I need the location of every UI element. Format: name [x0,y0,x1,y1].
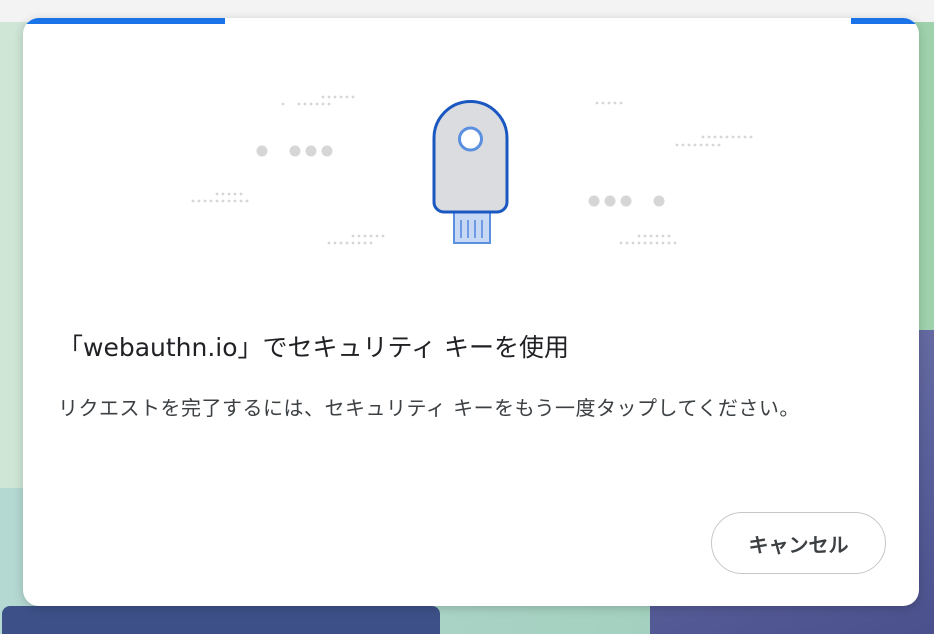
background-blue-card [2,606,440,634]
security-key-illustration [191,95,753,245]
decorative-dots [588,101,753,245]
dialog-message: リクエストを完了するには、セキュリティ キーをもう一度タップしてください。 [58,396,800,420]
security-key-dialog: 「webauthn.io」でセキュリティ キーを使用 リクエストを完了するには、… [23,18,919,606]
security-key-icon [432,100,509,244]
dialog-title: 「webauthn.io」でセキュリティ キーを使用 [58,333,569,362]
cancel-button[interactable]: キャンセル [711,512,886,574]
decorative-dots [191,95,385,245]
